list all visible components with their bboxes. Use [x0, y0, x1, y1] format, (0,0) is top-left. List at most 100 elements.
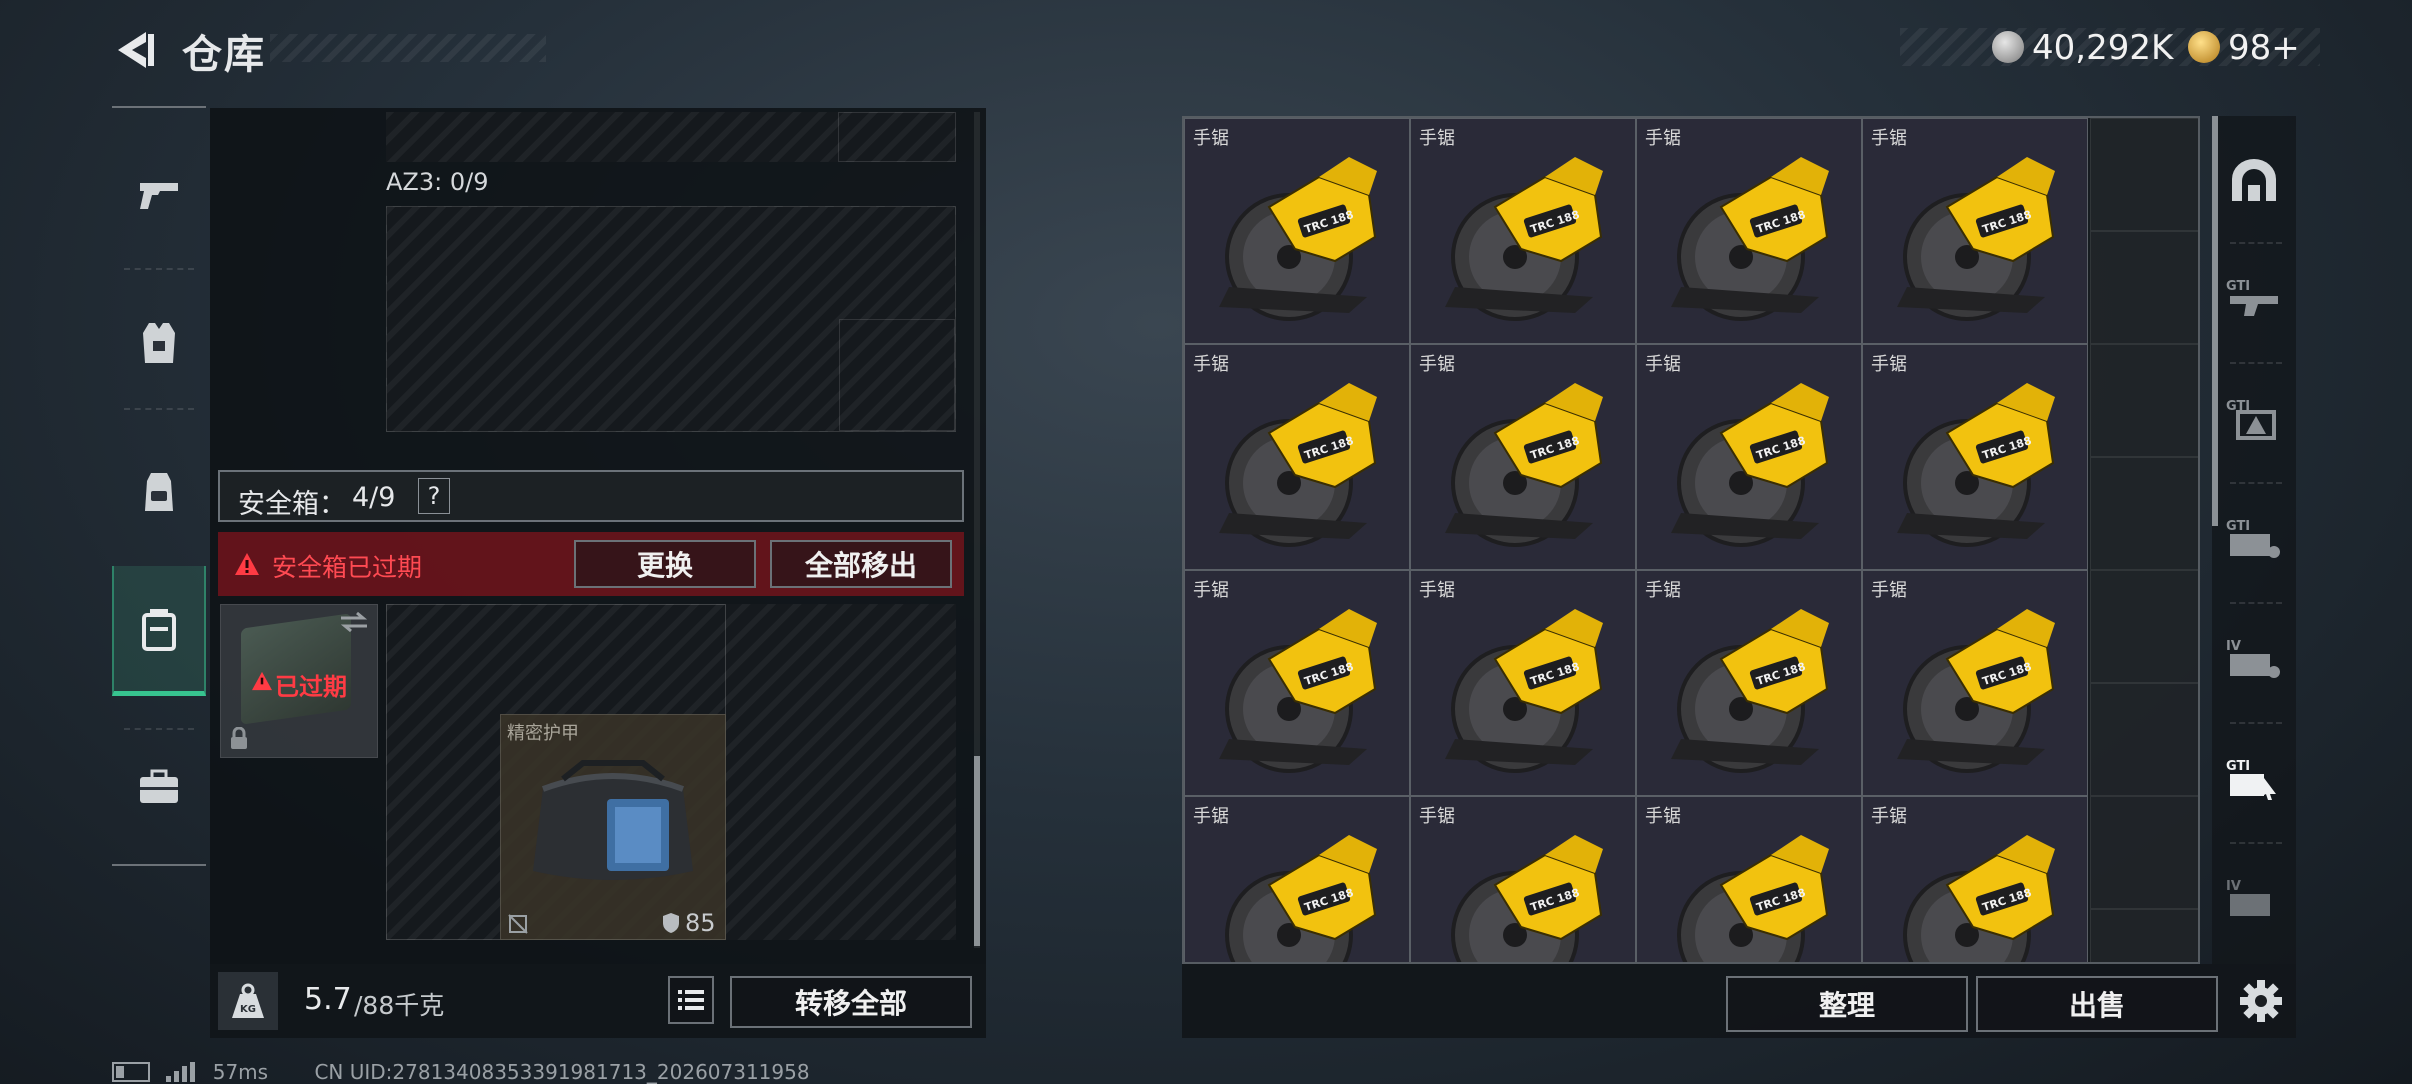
warehouse-item-saw[interactable]: 手锯 TRC 188 — [1636, 570, 1862, 796]
expired-badge: 已过期 — [275, 673, 347, 701]
no-insure-icon — [508, 914, 528, 934]
warehouse-actions-bar: 整理 出售 — [1182, 964, 2296, 1038]
armor-durability: 85 — [685, 909, 716, 937]
currency-bar: 40,292K 98+ — [1900, 28, 2320, 68]
status-line: 57ms CN UID:27813408353391981713_2026073… — [112, 1058, 810, 1084]
battery-icon — [112, 1061, 150, 1082]
warehouse-item-saw[interactable]: 手锯 TRC 188 — [1862, 796, 2088, 962]
warehouse-item-saw[interactable]: 手锯 TRC 188 — [1184, 796, 1410, 962]
safe-box-header: 安全箱： 4/9 ? — [218, 470, 964, 522]
toolbox-icon — [140, 769, 178, 803]
circular-saw-icon: TRC 188 — [1897, 383, 2055, 547]
circular-saw-icon: TRC 188 — [1219, 383, 1377, 547]
gti-weapon-icon: GTI — [2226, 279, 2278, 316]
circular-saw-icon: TRC 188 — [1897, 609, 2055, 773]
title-decoration — [270, 34, 546, 62]
expired-warning-icon — [252, 671, 272, 691]
list-icon — [678, 990, 704, 1010]
safe-box-grid[interactable]: 精密护甲 85 — [386, 604, 956, 940]
settings-gear-icon[interactable] — [2238, 978, 2284, 1024]
armor-item-name: 精密护甲 — [507, 723, 579, 744]
warehouse-item-saw[interactable]: 手锯 TRC 188 — [1410, 570, 1636, 796]
circular-saw-icon: TRC 188 — [1903, 835, 2055, 962]
expired-warning-text: 安全箱已过期 — [272, 553, 423, 582]
warning-icon — [235, 553, 259, 575]
left-nav — [112, 106, 206, 866]
safe-box-icon — [142, 608, 176, 651]
help-button[interactable]: ? — [418, 478, 450, 514]
warehouse-item-saw[interactable]: 手锯 TRC 188 — [1184, 344, 1410, 570]
circular-saw-icon: TRC 188 — [1451, 835, 1603, 962]
arch-icon — [2232, 159, 2276, 201]
currency-amount-1: 40,292K — [2032, 28, 2174, 68]
circular-saw-icon: TRC 188 — [1219, 609, 1377, 773]
vest-icon — [143, 323, 175, 363]
tab-gti-4[interactable]: GTI — [2212, 718, 2296, 838]
container-scroll-thumb[interactable] — [974, 756, 980, 946]
circular-saw-icon: TRC 188 — [1897, 157, 2055, 321]
uid: CN UID:27813408353391981713_202607311958 — [314, 1059, 810, 1084]
warehouse-item-saw[interactable]: 手锯 TRC 188 — [1184, 118, 1410, 344]
safe-box-label: 安全箱： — [238, 489, 346, 520]
warehouse-item-saw[interactable]: 手锯 TRC 188 — [1862, 118, 2088, 344]
svg-text:GTI: GTI — [2226, 519, 2250, 534]
circular-saw-icon: TRC 188 — [1671, 383, 1829, 547]
nav-safe-box[interactable] — [112, 566, 206, 696]
tab-iv-2[interactable]: IV — [2212, 838, 2296, 958]
sort-button[interactable]: 整理 — [1726, 976, 1968, 1032]
warehouse-item-saw[interactable]: 手锯 TRC 188 — [1636, 118, 1862, 344]
transfer-all-button[interactable]: 转移全部 — [730, 976, 972, 1028]
gold-coin-icon — [2188, 31, 2220, 63]
warehouse-item-saw[interactable]: 手锯 TRC 188 — [1410, 796, 1636, 962]
az3-grid[interactable] — [386, 206, 956, 432]
warehouse-item-saw[interactable]: 手锯 TRC 188 — [1636, 344, 1862, 570]
warehouse-item-saw[interactable]: 手锯 TRC 188 — [1184, 570, 1410, 796]
armor-item[interactable]: 精密护甲 85 — [500, 714, 726, 940]
nav-armor[interactable] — [112, 278, 206, 408]
nav-toolbox[interactable] — [112, 722, 206, 852]
warehouse-item-saw[interactable]: 手锯 TRC 188 — [1410, 118, 1636, 344]
tab-iv-1[interactable]: IV — [2212, 598, 2296, 718]
warehouse-item-saw[interactable]: 手锯 TRC 188 — [1636, 796, 1862, 962]
weight-icon: KG — [232, 983, 264, 1018]
back-arrow-icon[interactable] — [112, 28, 158, 72]
gti-hand-icon: GTI — [2226, 759, 2276, 800]
durability-shield-icon — [663, 913, 679, 933]
tab-mine[interactable] — [2212, 120, 2296, 240]
warehouse-tabs: GTI GTI GTI IV GTI IV — [2212, 116, 2296, 964]
nav-weapons[interactable] — [112, 128, 206, 258]
warehouse-item-saw[interactable]: 手锯 TRC 188 — [1862, 570, 2088, 796]
circular-saw-icon: TRC 188 — [1445, 383, 1603, 547]
safe-box-count: 4/9 — [352, 482, 396, 513]
lock-icon — [231, 727, 247, 749]
signal-icon — [166, 1061, 200, 1082]
circular-saw-icon: TRC 188 — [1445, 157, 1603, 321]
tab-gti-2[interactable]: GTI — [2212, 358, 2296, 478]
iv-box-icon: IV — [2226, 879, 2270, 916]
page-title: 仓库 — [182, 32, 266, 78]
expired-warning-bar: 安全箱已过期 更换 全部移出 — [218, 532, 964, 596]
circular-saw-icon: TRC 188 — [1677, 835, 1829, 962]
tab-gti-3[interactable]: GTI — [2212, 478, 2296, 598]
svg-text:GTI: GTI — [2226, 279, 2250, 294]
gti-storage-icon: GTI — [2226, 519, 2280, 558]
list-view-button[interactable] — [668, 976, 714, 1024]
az2-grid — [386, 112, 956, 162]
replace-button[interactable]: 更换 — [574, 540, 756, 588]
backpack-icon — [145, 473, 173, 511]
remove-all-button[interactable]: 全部移出 — [770, 540, 952, 588]
safe-box-item-slot[interactable]: 已过期 — [220, 604, 378, 758]
sell-button[interactable]: 出售 — [1976, 976, 2218, 1032]
warehouse-item-saw[interactable]: 手锯 TRC 188 — [1410, 344, 1636, 570]
warehouse-item-saw[interactable]: 手锯 TRC 188 — [1862, 344, 2088, 570]
capacity-bar: KG 5.7 /88千克 转移全部 — [210, 964, 986, 1038]
swap-icon[interactable] — [339, 611, 369, 633]
tab-gti-1[interactable]: GTI — [2212, 238, 2296, 358]
pistol-icon — [140, 183, 178, 209]
circular-saw-icon: TRC 188 — [1671, 609, 1829, 773]
warehouse-grid: 手锯 TRC 188 手锯 TRC 188 手锯 TRC 188 手锯 TRC 188 手锯 TR… — [1182, 116, 2200, 964]
circular-saw-icon: TRC 188 — [1225, 835, 1377, 962]
currency-amount-2: 98+ — [2228, 28, 2300, 68]
warehouse-tabs-scrollbar[interactable] — [2212, 116, 2218, 526]
nav-backpack[interactable] — [112, 426, 206, 556]
